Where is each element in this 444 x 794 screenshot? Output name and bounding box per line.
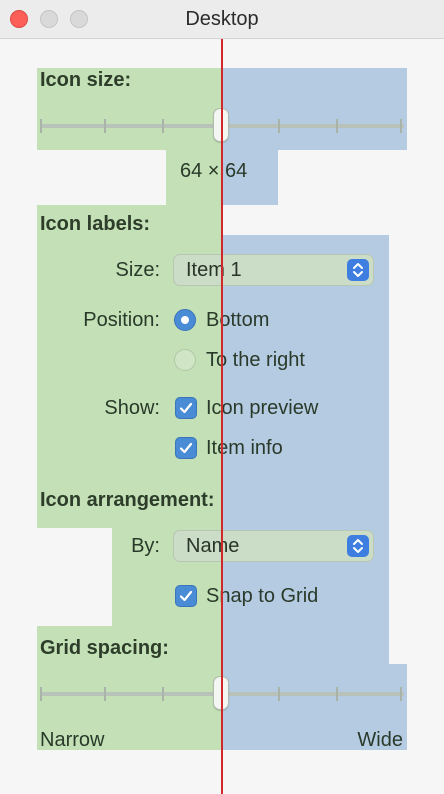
desktop-view-options-window: Desktop Icon size: 64 × 64 Icon labels: … xyxy=(0,0,444,794)
label-size-popup[interactable]: Item 1 xyxy=(173,254,374,286)
arrange-by-popup[interactable]: Name xyxy=(173,530,374,562)
grid-spacing-heading: Grid spacing: xyxy=(40,637,169,659)
title-bar: Desktop xyxy=(0,0,444,39)
popup-arrows-icon xyxy=(347,535,369,557)
label-size-value: Item 1 xyxy=(186,259,242,281)
label-position-caption: Position: xyxy=(83,309,160,331)
icon-arrangement-heading: Icon arrangement: xyxy=(40,489,215,511)
slider-tick xyxy=(278,687,280,701)
arrange-by-caption: By: xyxy=(131,535,160,557)
label-show-caption: Show: xyxy=(104,397,160,419)
slider-tick xyxy=(336,119,338,133)
slider-tick xyxy=(400,687,402,701)
position-right-radio[interactable] xyxy=(174,349,196,371)
icon-size-value: 64 × 64 xyxy=(180,160,248,182)
slider-tick xyxy=(40,687,42,701)
icon-preview-checkbox[interactable] xyxy=(175,397,197,419)
slider-tick xyxy=(104,687,106,701)
window-title: Desktop xyxy=(185,8,259,30)
popup-arrows-icon xyxy=(347,259,369,281)
slider-tick xyxy=(278,119,280,133)
slider-tick xyxy=(336,687,338,701)
center-guide-line xyxy=(221,39,223,794)
arrange-by-value: Name xyxy=(186,535,240,557)
slider-tick xyxy=(104,119,106,133)
item-info-checkbox[interactable] xyxy=(175,437,197,459)
slider-tick xyxy=(40,119,42,133)
grid-spacing-min-label: Narrow xyxy=(40,729,105,751)
icon-size-heading: Icon size: xyxy=(40,69,132,91)
position-bottom-radio[interactable] xyxy=(174,309,196,331)
slider-tick xyxy=(162,119,164,133)
icon-labels-heading: Icon labels: xyxy=(40,213,151,235)
snap-to-grid-checkbox[interactable] xyxy=(175,585,197,607)
grid-spacing-max-label: Wide xyxy=(357,729,403,751)
position-bottom-label[interactable]: Bottom xyxy=(206,309,269,332)
label-size-caption: Size: xyxy=(115,259,160,281)
slider-tick xyxy=(400,119,402,133)
slider-tick xyxy=(162,687,164,701)
item-info-label[interactable]: Item info xyxy=(206,437,283,460)
